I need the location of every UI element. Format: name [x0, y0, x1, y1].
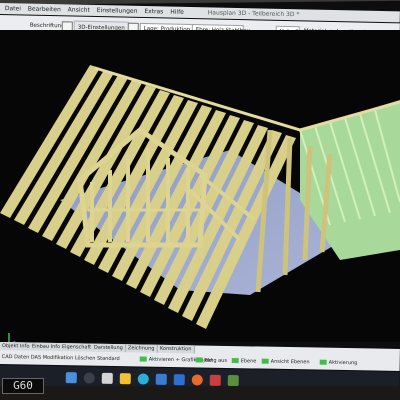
status-indicator-icon: [261, 358, 269, 364]
firefox-icon[interactable]: [191, 374, 203, 386]
window-title: Hausplan 3D - Teilbereich 3D *: [207, 9, 300, 19]
tab-konstruktion[interactable]: Konstruktion: [157, 344, 195, 354]
tab-objekt-info[interactable]: Objekt Info: [0, 342, 33, 351]
edge-icon[interactable]: [137, 373, 149, 385]
tab-zeichnung[interactable]: Zeichnung: [125, 344, 158, 353]
roof-framing-model: [0, 65, 400, 329]
status-indicator-icon: [139, 356, 147, 362]
app-icon[interactable]: [209, 374, 221, 386]
menu-item-hilfe[interactable]: Hilfe: [170, 9, 184, 16]
status-hint-view-layers: Ansicht Ebenen: [261, 356, 310, 369]
status-indicator-icon: [231, 358, 239, 364]
menu-item-bearbeiten[interactable]: Bearbeiten: [28, 6, 61, 14]
cad-icon[interactable]: [227, 374, 239, 387]
file-explorer-icon[interactable]: [119, 373, 131, 385]
status-hint-layer: Ebene: [231, 355, 257, 367]
store-icon[interactable]: [155, 373, 167, 385]
status-indicator-icon: [319, 359, 327, 365]
windows-icon[interactable]: [65, 372, 77, 384]
status-left-text: CAD Daten DAS Modifikation Löschen Stand…: [1, 354, 120, 363]
menu-item-datei[interactable]: Datei: [5, 5, 21, 12]
3d-viewport[interactable]: [0, 30, 400, 348]
mail-icon[interactable]: [173, 374, 185, 386]
tab-einbau-info[interactable]: Einbau Info: [29, 342, 64, 352]
tab-darstellung[interactable]: Darstellung: [91, 343, 126, 353]
monitor-screen: Datei Bearbeiten Ansicht Einstellungen E…: [0, 0, 400, 400]
status-hint-snap: Fang aus: [195, 354, 227, 367]
status-hint-activation: Aktivierung: [319, 357, 358, 370]
monitor-badge: G60: [2, 378, 44, 394]
status-indicator-icon: [195, 357, 203, 363]
tab-eigenschaft[interactable]: Eigenschaft: [59, 343, 95, 352]
menu-item-ansicht[interactable]: Ansicht: [68, 6, 90, 13]
task-view-icon[interactable]: [101, 372, 113, 384]
search-icon[interactable]: [83, 372, 95, 384]
menu-item-einstellungen[interactable]: Einstellungen: [97, 7, 138, 15]
monitor-bezel-bottom: [0, 386, 400, 400]
menu-item-extras[interactable]: Extras: [144, 8, 163, 15]
